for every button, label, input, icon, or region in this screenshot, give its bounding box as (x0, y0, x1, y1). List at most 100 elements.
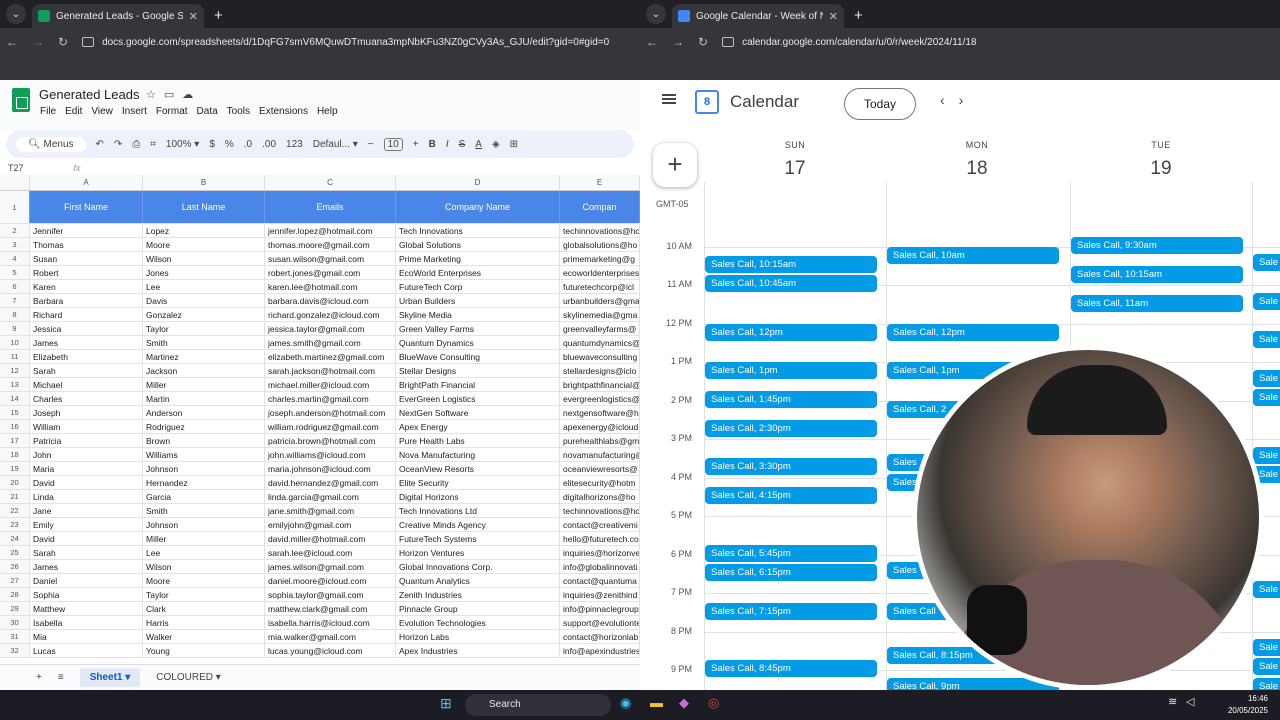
menu-format[interactable]: Format (156, 106, 188, 117)
row-number[interactable]: 28 (0, 588, 30, 601)
reload-icon[interactable]: ↻ (698, 35, 708, 49)
table-cell[interactable]: futuretechcorp@icl (560, 280, 640, 293)
row-number[interactable]: 32 (0, 644, 30, 657)
table-cell[interactable]: Sarah (30, 364, 143, 377)
url-text[interactable]: calendar.google.com/calendar/u/0/r/week/… (742, 37, 976, 48)
table-cell[interactable]: Miller (143, 378, 265, 391)
table-cell[interactable]: Tech Innovations Ltd (396, 504, 560, 517)
menu-help[interactable]: Help (317, 106, 338, 117)
table-cell[interactable]: Johnson (143, 462, 265, 475)
percent-button[interactable]: % (225, 139, 234, 150)
row-number[interactable]: 14 (0, 392, 30, 405)
table-cell[interactable]: Johnson (143, 518, 265, 531)
menu-tools[interactable]: Tools (227, 106, 250, 117)
table-cell[interactable]: Evolution Technologies (396, 616, 560, 629)
table-cell[interactable]: info@globalinnovati (560, 560, 640, 573)
table-cell[interactable]: Maria (30, 462, 143, 475)
site-info-icon[interactable] (82, 37, 95, 47)
table-cell[interactable]: david.miller@hotmail.com (265, 532, 396, 545)
tab-sheets[interactable]: Generated Leads - Google Shee ✕ (32, 4, 204, 28)
font-size-increase[interactable]: + (413, 139, 419, 150)
tab-search-icon[interactable]: ⌄ (6, 4, 26, 24)
italic-icon[interactable]: I (446, 139, 449, 150)
table-cell[interactable]: contact@creativemi (560, 518, 640, 531)
calendar-event[interactable]: Sales Call, 10:45am (705, 275, 877, 293)
row-number[interactable]: 21 (0, 490, 30, 503)
doc-title[interactable]: Generated Leads (39, 87, 139, 102)
table-cell[interactable]: Susan (30, 252, 143, 265)
table-cell[interactable]: digitalhorizons@ho (560, 490, 640, 503)
table-cell[interactable]: Thomas (30, 238, 143, 251)
table-cell[interactable]: Taylor (143, 322, 265, 335)
name-box[interactable]: T27 (8, 163, 24, 173)
table-cell[interactable]: elizabeth.martinez@gmail.com (265, 350, 396, 363)
row-number[interactable]: 19 (0, 462, 30, 475)
table-cell[interactable]: Elite Security (396, 476, 560, 489)
table-cell[interactable]: jennifer.lopez@hotmail.com (265, 224, 396, 237)
calendar-event[interactable]: Sale (1253, 292, 1280, 310)
col-header-b[interactable]: B (143, 175, 265, 190)
table-cell[interactable]: Matthew (30, 602, 143, 615)
row-number[interactable]: 13 (0, 378, 30, 391)
currency-button[interactable]: $ (209, 139, 215, 150)
table-cell[interactable]: Zenith Industries (396, 588, 560, 601)
table-cell[interactable]: urbanbuilders@gma (560, 294, 640, 307)
increase-decimal-button[interactable]: .00 (262, 139, 276, 150)
taskbar-search[interactable]: Search (465, 694, 611, 716)
row-number[interactable]: 11 (0, 350, 30, 363)
table-cell[interactable]: BlueWave Consulting (396, 350, 560, 363)
table-cell[interactable]: ecoworldenterprises (560, 266, 640, 279)
add-sheet-icon[interactable]: + (36, 672, 42, 683)
calendar-event[interactable]: Sales Call, 2:30pm (705, 419, 877, 437)
close-tab-icon[interactable]: ✕ (829, 10, 838, 23)
table-cell[interactable]: FutureTech Corp (396, 280, 560, 293)
table-cell[interactable]: sarah.jackson@hotmail.com (265, 364, 396, 377)
table-cell[interactable]: joseph.anderson@hotmail.com (265, 406, 396, 419)
table-cell[interactable]: Apex Energy (396, 420, 560, 433)
table-cell[interactable]: OceanView Resorts (396, 462, 560, 475)
table-cell[interactable]: Sophia (30, 588, 143, 601)
row-number[interactable]: 10 (0, 336, 30, 349)
table-cell[interactable]: greenvalleyfarms@ (560, 322, 640, 335)
calendar-event[interactable]: Sale (1253, 446, 1280, 464)
table-cell[interactable]: oceanviewresorts@ (560, 462, 640, 475)
table-cell[interactable]: jessica.taylor@gmail.com (265, 322, 396, 335)
table-cell[interactable]: info@apexindustries (560, 644, 640, 657)
table-cell[interactable]: richard.gonzalez@icloud.com (265, 308, 396, 321)
table-cell[interactable]: Elizabeth (30, 350, 143, 363)
tab-search-icon[interactable]: ⌄ (646, 4, 666, 24)
table-cell[interactable]: globalsolutions@ho (560, 238, 640, 251)
table-cell[interactable]: Walker (143, 630, 265, 643)
table-cell[interactable]: support@evolutionte (560, 616, 640, 629)
menu-view[interactable]: View (91, 106, 113, 117)
row-number[interactable]: 2 (0, 224, 30, 237)
print-icon[interactable]: ⎙ (132, 139, 140, 150)
table-cell[interactable]: William (30, 420, 143, 433)
table-cell[interactable]: Nova Manufacturing (396, 448, 560, 461)
table-cell[interactable]: elitesecurity@hotm (560, 476, 640, 489)
table-cell[interactable]: inquiries@zenithind (560, 588, 640, 601)
sheet-tab-coloured[interactable]: COLOURED ▾ (156, 672, 221, 683)
star-icon[interactable]: ☆ (146, 89, 164, 101)
calendar-event[interactable]: Sale (1253, 658, 1280, 676)
table-cell[interactable]: robert.jones@gmail.com (265, 266, 396, 279)
table-cell[interactable]: Lee (143, 546, 265, 559)
table-cell[interactable]: sarah.lee@icloud.com (265, 546, 396, 559)
table-cell[interactable]: Horizon Ventures (396, 546, 560, 559)
row-number[interactable]: 26 (0, 560, 30, 573)
table-cell[interactable]: Global Innovations Corp. (396, 560, 560, 573)
folder-icon[interactable]: ▭ (164, 89, 182, 101)
edge-icon[interactable]: ◉ (620, 695, 631, 715)
row-number[interactable]: 31 (0, 630, 30, 643)
table-cell[interactable]: Digital Horizons (396, 490, 560, 503)
table-cell[interactable]: Charles (30, 392, 143, 405)
font-size-input[interactable]: 10 (383, 137, 403, 151)
row-number[interactable]: 9 (0, 322, 30, 335)
calendar-event[interactable]: Sales Call, 1pm (705, 362, 877, 379)
forward-icon[interactable]: → (672, 35, 684, 49)
col-header-e[interactable]: E (560, 175, 640, 190)
table-cell[interactable]: sophia.taylor@gmail.com (265, 588, 396, 601)
borders-icon[interactable]: ⊞ (510, 139, 518, 150)
col-header-a[interactable]: A (30, 175, 143, 190)
table-cell[interactable]: Miller (143, 532, 265, 545)
